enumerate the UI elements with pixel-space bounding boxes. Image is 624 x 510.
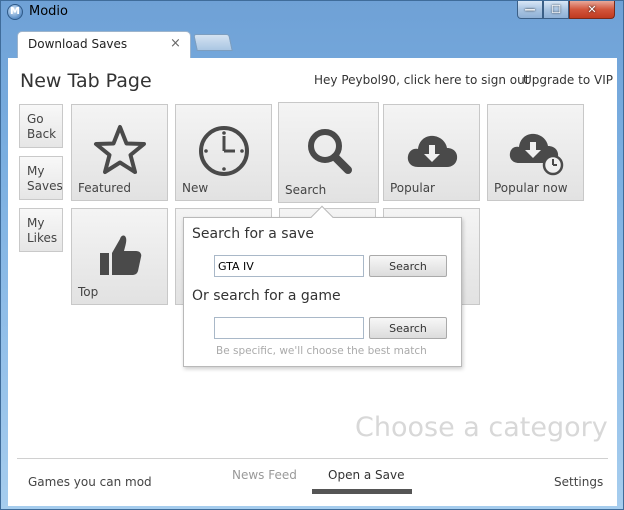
tab-label: Download Saves [28,37,128,51]
tab-open-a-save[interactable]: Open a Save [328,468,405,482]
tile-new[interactable]: New [175,104,272,201]
tile-label: Popular now [494,181,568,195]
footer-divider [17,458,608,459]
go-back-button[interactable]: Go Back [19,104,63,148]
game-search-input[interactable] [214,317,364,339]
tile-search[interactable]: Search [278,102,379,203]
my-saves-label-line2: Saves [27,179,63,193]
my-likes-label-line2: Likes [27,231,58,245]
game-search-heading: Or search for a game [192,288,341,304]
save-search-heading: Search for a save [192,226,315,242]
go-back-label-line2: Back [27,127,57,141]
upgrade-vip-link[interactable]: Upgrade to VIP [523,73,613,87]
search-popover: Search for a save Search Or search for a… [183,205,462,367]
sign-out-link[interactable]: Hey Peybol90, click here to sign out [314,73,529,87]
cloud-download-clock-icon [509,133,563,176]
tile-label: Popular [390,181,435,195]
tile-top[interactable]: Top [71,208,168,305]
star-icon [93,125,146,174]
tile-label: Featured [78,181,131,195]
active-tab-indicator [312,489,412,494]
choose-category-placeholder: Choose a category [355,412,608,443]
save-search-input[interactable] [214,255,364,277]
magnifier-icon [307,129,352,174]
thumbs-up-icon [99,235,141,275]
content-panel: New Tab Page Hey Peybol90, click here to… [8,58,617,506]
my-likes-button[interactable]: My Likes [19,208,63,252]
minimize-button[interactable]: — [517,1,543,19]
app-window: M Modio — ☐ ✕ Download Saves × New Tab P… [0,0,624,510]
page-title: New Tab Page [20,70,152,92]
tab-close-icon[interactable]: × [170,36,181,51]
tile-label: New [182,181,209,195]
go-back-label-line1: Go [27,112,44,126]
games-you-can-mod-link[interactable]: Games you can mod [28,475,152,489]
clock-icon [198,126,249,176]
cloud-download-icon [407,135,457,167]
my-saves-button[interactable]: My Saves [19,156,63,200]
tile-popular[interactable]: Popular [383,104,480,201]
maximize-icon: ☐ [551,3,561,16]
title-bar[interactable]: M Modio — ☐ ✕ [1,1,623,23]
search-hint: Be specific, we'll choose the best match [216,345,427,357]
my-likes-label-line1: My [27,216,45,230]
modio-logo-icon: M [7,4,23,20]
save-search-button[interactable]: Search [369,255,447,277]
close-icon: ✕ [587,3,597,16]
tile-label: Search [285,183,327,197]
game-search-button[interactable]: Search [369,317,447,339]
tab-news-feed[interactable]: News Feed [232,468,297,482]
close-window-button[interactable]: ✕ [569,1,615,19]
tile-popular-now[interactable]: Popular now [487,104,584,201]
tab-download-saves[interactable]: Download Saves × [17,31,191,59]
tile-featured[interactable]: Featured [71,104,168,201]
my-saves-label-line1: My [27,164,45,178]
settings-link[interactable]: Settings [554,475,603,489]
new-tab-button[interactable] [193,34,233,51]
tile-label: Top [78,285,99,299]
minimize-icon: — [524,3,536,16]
maximize-button[interactable]: ☐ [543,1,569,19]
app-title: Modio [29,4,68,19]
